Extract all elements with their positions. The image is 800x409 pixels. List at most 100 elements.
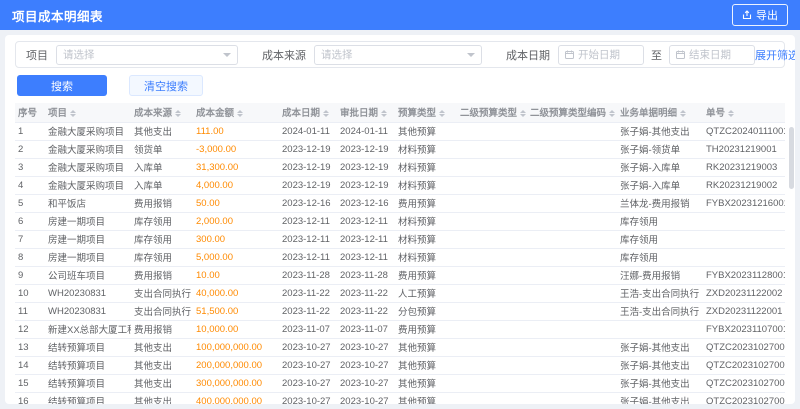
cost-source-select[interactable]: 请选择: [314, 44, 482, 65]
cell-0: 12: [15, 320, 45, 339]
cell-7: [457, 392, 527, 404]
sort-icon[interactable]: [439, 107, 446, 120]
cell-7: [457, 302, 527, 321]
sort-icon[interactable]: [520, 107, 527, 120]
cell-4: 2023-12-11: [279, 230, 337, 249]
cell-8: [527, 158, 617, 177]
cell-3: 111.00: [193, 122, 279, 141]
table-row[interactable]: 12新建XX总部大厦工程二期费用报销10,000.002023-11-07202…: [15, 320, 785, 339]
start-date-input[interactable]: 开始日期: [558, 44, 644, 65]
cell-3: 51,500.00: [193, 302, 279, 321]
cell-8: [527, 140, 617, 159]
table-row[interactable]: 7 房建一期项目 库存领用 300.00 2023-12-11 2023-12-11 材料预…: [15, 230, 785, 249]
table-row[interactable]: 8 房建一期项目 库存领用 5,000.00 2023-12-11 2023-12-11 材…: [15, 248, 785, 267]
export-button[interactable]: 导出: [732, 4, 788, 26]
action-buttons-row: 搜索 清空搜索: [15, 75, 785, 96]
cell-1: 房建一期项目: [45, 248, 131, 267]
cell-5: 2023-12-11: [337, 248, 395, 267]
table-row[interactable]: 16 结转预算项目 其他支出 400,000,000.00 2023-10-27 2023…: [15, 392, 785, 404]
column-header-4[interactable]: 成本日期: [279, 103, 337, 123]
cell-9: 张子娟-入库单: [617, 158, 703, 177]
column-header-2[interactable]: 成本来源: [131, 103, 193, 123]
cell-0: 13: [15, 338, 45, 357]
sort-icon[interactable]: [728, 107, 735, 120]
cell-6: 其他预算: [395, 338, 457, 357]
cell-9: 库存领用: [617, 212, 703, 231]
cell-2: 费用报销: [131, 266, 193, 285]
column-header-5[interactable]: 审批日期: [337, 103, 395, 123]
table-row[interactable]: 10 WH20230831 支出合同执行 40,000.00 2023-11-22 202…: [15, 284, 785, 303]
expand-filters-link[interactable]: 展开筛选 ∨: [755, 47, 795, 63]
cell-9: 库存领用: [617, 230, 703, 249]
table-row[interactable]: 3 金融大厦采购项目 入库单 31,300.00 2023-12-19 2023-12-1…: [15, 158, 785, 177]
date-range-to-label: 至: [651, 49, 662, 62]
cost-source-filter-label: 成本来源: [262, 49, 306, 62]
cell-10: RK20231219002: [703, 176, 785, 195]
column-header-label: 审批日期: [340, 107, 379, 119]
sort-icon[interactable]: [381, 107, 388, 120]
column-header-1[interactable]: 项目: [45, 103, 131, 123]
vertical-scrollbar[interactable]: [789, 127, 794, 189]
sort-icon[interactable]: [680, 107, 687, 120]
table-row[interactable]: 6 房建一期项目 库存领用 2,000.00 2023-12-11 2023-12-11 材…: [15, 212, 785, 231]
table-row[interactable]: 11 WH20230831 支出合同执行 51,500.00 2023-11-22 202…: [15, 302, 785, 321]
table-row[interactable]: 9 公司班车项目 费用报销 10.00 2023-11-28 2023-11-28 费用预算…: [15, 266, 785, 285]
export-icon: [742, 10, 752, 20]
cell-2: 其他支出: [131, 122, 193, 141]
column-header-7[interactable]: 二级预算类型: [457, 103, 527, 123]
column-header-3[interactable]: 成本金额: [193, 103, 279, 123]
cell-6: 其他预算: [395, 356, 457, 375]
cell-7: [457, 356, 527, 375]
column-header-10[interactable]: 单号: [703, 103, 785, 123]
clear-search-button[interactable]: 清空搜索: [129, 75, 203, 96]
cell-9: 张子娟-其他支出: [617, 374, 703, 393]
cell-3: 5,000.00: [193, 248, 279, 267]
cell-6: 人工预算: [395, 284, 457, 303]
cell-7: [457, 320, 527, 339]
table-row[interactable]: 4 金融大厦采购项目 入库单 4,000.00 2023-12-19 2023-12-19…: [15, 176, 785, 195]
table-row[interactable]: 5 和平饭店 费用报销 50.00 2023-12-16 2023-12-16 费用预算 兰体…: [15, 194, 785, 213]
cell-8: [527, 176, 617, 195]
column-header-label: 业务单据明细: [620, 107, 678, 119]
sort-icon[interactable]: [70, 107, 77, 120]
table-row[interactable]: 13 结转预算项目 其他支出 100,000,000.00 2023-10-27 2023…: [15, 338, 785, 357]
cell-6: 其他预算: [395, 374, 457, 393]
project-select[interactable]: 请选择: [56, 44, 238, 65]
chevron-down-icon: [467, 52, 475, 61]
cell-5: 2023-12-11: [337, 212, 395, 231]
cell-1: WH20230831: [45, 284, 131, 303]
table-row[interactable]: 1 金融大厦采购项目 其他支出 111.00 2024-01-11 2024-01-11 其…: [15, 122, 785, 141]
cell-4: 2023-12-19: [279, 158, 337, 177]
cell-0: 3: [15, 158, 45, 177]
column-header-label: 成本金额: [196, 107, 235, 119]
cell-0: 16: [15, 392, 45, 404]
column-header-8[interactable]: 二级预算类型编码: [527, 103, 617, 123]
cell-5: 2023-10-27: [337, 374, 395, 393]
search-button[interactable]: 搜索: [17, 75, 107, 96]
sort-icon[interactable]: [609, 107, 616, 120]
cell-7: [457, 176, 527, 195]
cell-9: 张子娟-其他支出: [617, 356, 703, 375]
end-date-input[interactable]: 结束日期: [669, 44, 755, 65]
cell-6: 费用预算: [395, 320, 457, 339]
column-header-6[interactable]: 预算类型: [395, 103, 457, 123]
cell-1: 结转预算项目: [45, 338, 131, 357]
table-body: 1 金融大厦采购项目 其他支出 111.00 2024-01-11 2024-01-11 其…: [15, 122, 785, 404]
column-header-9[interactable]: 业务单据明细: [617, 103, 703, 123]
cell-3: 50.00: [193, 194, 279, 213]
cost-source-filter-group: 成本来源 请选择: [262, 44, 482, 65]
table-row[interactable]: 15 结转预算项目 其他支出 300,000,000.00 2023-10-27 2023…: [15, 374, 785, 393]
table-row[interactable]: 2 金融大厦采购项目 领货单 -3,000.00 2023-12-19 2023-12-1…: [15, 140, 785, 159]
cell-5: 2023-10-27: [337, 392, 395, 404]
table-row[interactable]: 14 结转预算项目 其他支出 200,000,000.00 2023-10-27 2023…: [15, 356, 785, 375]
cell-4: 2023-11-22: [279, 302, 337, 321]
cell-8: [527, 374, 617, 393]
cell-2: 入库单: [131, 158, 193, 177]
cell-1: 结转预算项目: [45, 392, 131, 404]
sort-icon[interactable]: [323, 107, 330, 120]
cell-5: 2023-10-27: [337, 338, 395, 357]
sort-icon[interactable]: [237, 107, 244, 120]
sort-icon[interactable]: [175, 107, 182, 120]
column-header-label: 二级预算类型编码: [530, 107, 607, 119]
cell-6: 其他预算: [395, 122, 457, 141]
